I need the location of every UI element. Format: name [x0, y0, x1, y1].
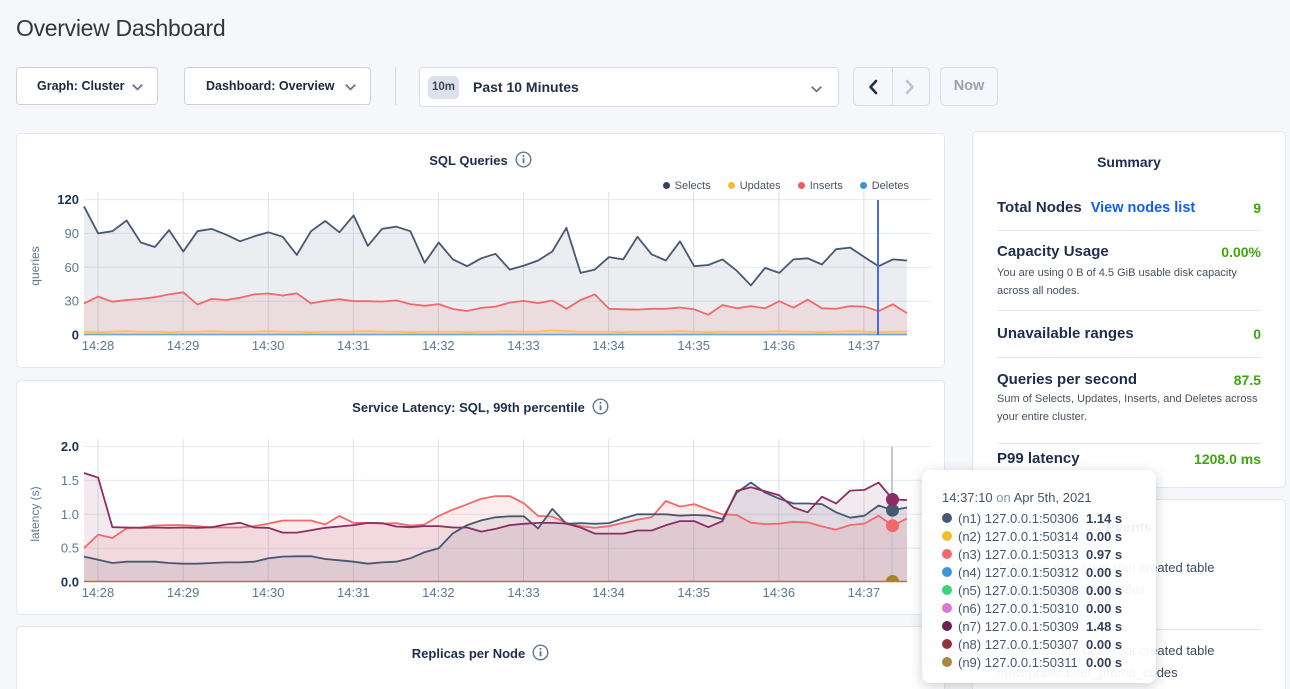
- svg-text:14:34: 14:34: [592, 338, 625, 353]
- svg-text:1.5: 1.5: [61, 473, 79, 488]
- svg-text:14:36: 14:36: [763, 585, 796, 600]
- svg-text:14:31: 14:31: [337, 338, 370, 353]
- svg-text:latency (s): latency (s): [28, 486, 42, 541]
- svg-text:14:29: 14:29: [167, 585, 200, 600]
- svg-text:14:31: 14:31: [337, 585, 370, 600]
- svg-text:1.0: 1.0: [61, 507, 79, 522]
- svg-text:0.5: 0.5: [61, 541, 79, 556]
- svg-text:queries: queries: [28, 246, 42, 285]
- svg-text:2.0: 2.0: [61, 439, 79, 454]
- svg-text:14:32: 14:32: [422, 585, 455, 600]
- svg-text:14:33: 14:33: [507, 585, 540, 600]
- svg-text:14:32: 14:32: [422, 338, 455, 353]
- svg-text:14:29: 14:29: [167, 338, 200, 353]
- svg-text:14:30: 14:30: [252, 585, 285, 600]
- svg-text:14:28: 14:28: [82, 585, 115, 600]
- svg-text:14:36: 14:36: [763, 338, 796, 353]
- svg-text:14:28: 14:28: [82, 338, 115, 353]
- svg-text:90: 90: [65, 226, 79, 241]
- svg-text:0: 0: [72, 328, 79, 343]
- svg-text:14:33: 14:33: [507, 338, 540, 353]
- svg-text:0.0: 0.0: [61, 575, 79, 590]
- svg-text:30: 30: [65, 294, 79, 309]
- svg-text:14:30: 14:30: [252, 338, 285, 353]
- svg-text:14:37: 14:37: [848, 338, 881, 353]
- svg-text:120: 120: [57, 192, 79, 207]
- svg-text:60: 60: [65, 260, 79, 275]
- svg-text:14:35: 14:35: [677, 585, 710, 600]
- svg-text:14:37: 14:37: [848, 585, 881, 600]
- svg-text:14:35: 14:35: [677, 338, 710, 353]
- svg-text:14:34: 14:34: [592, 585, 625, 600]
